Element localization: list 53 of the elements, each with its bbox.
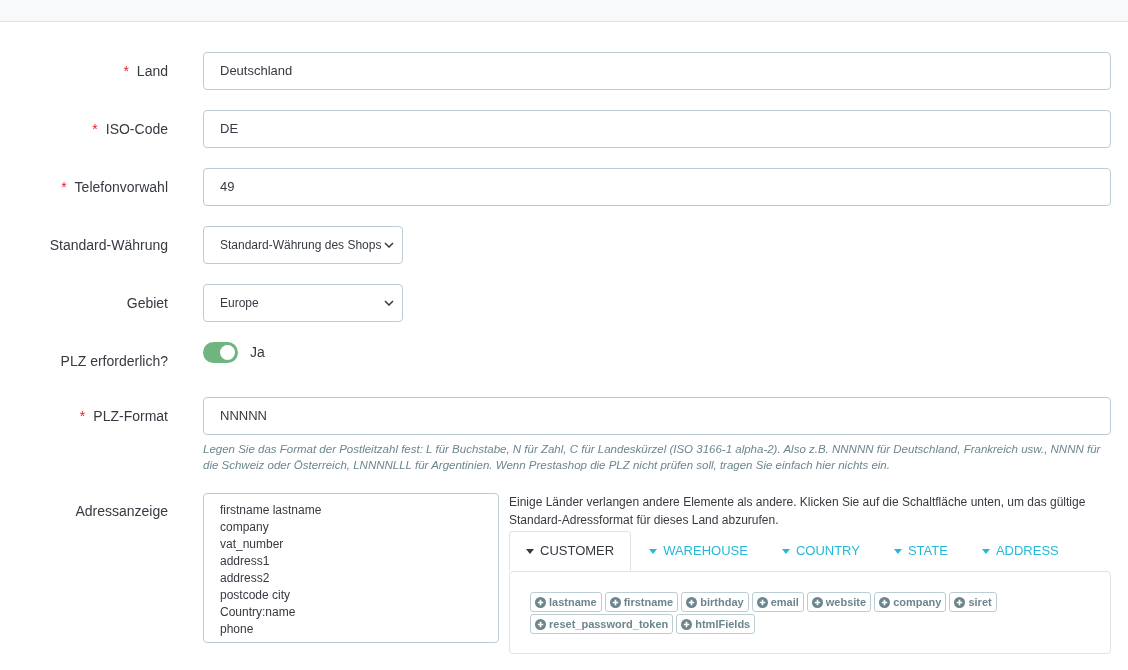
plus-circle-icon bbox=[535, 596, 546, 608]
address-format-field[interactable]: firstname lastname company vat_number address1 address2 postcode city Country:name phone bbox=[203, 493, 499, 643]
field-tag-button[interactable]: birthday bbox=[681, 592, 749, 612]
field-label: PLZ-Format bbox=[93, 406, 168, 426]
field-tag-button[interactable]: company bbox=[874, 592, 947, 612]
field-label: Standard-Währung bbox=[49, 235, 168, 255]
plus-circle-icon bbox=[811, 596, 823, 608]
field-label: Telefonvorwahl bbox=[74, 177, 168, 197]
select-field[interactable]: Europe bbox=[203, 284, 403, 322]
select-field[interactable]: Standard-Währung des Shops bbox=[203, 226, 403, 264]
caret-down-icon bbox=[981, 548, 990, 554]
text-field[interactable]: Deutschland bbox=[203, 52, 1111, 90]
text-field[interactable]: DE bbox=[203, 110, 1111, 148]
required-mark: * bbox=[61, 177, 67, 197]
field-tag-button[interactable]: htmlFields bbox=[676, 614, 756, 634]
field-tag-button[interactable]: website bbox=[806, 592, 872, 612]
plus-circle-icon bbox=[756, 596, 768, 608]
tab[interactable]: ADDRESS bbox=[965, 531, 1075, 571]
toggle-switch[interactable] bbox=[203, 342, 238, 363]
plus-circle-icon bbox=[954, 596, 966, 608]
plus-circle-icon bbox=[879, 596, 891, 608]
plus-circle-icon bbox=[609, 596, 621, 608]
field-label: PLZ erforderlich? bbox=[60, 351, 168, 371]
field-tag-button[interactable]: siret bbox=[949, 592, 997, 612]
field-label: Gebiet bbox=[126, 293, 168, 313]
caret-down-icon bbox=[526, 548, 534, 554]
plus-circle-icon bbox=[686, 596, 698, 608]
tab[interactable]: CUSTOMER bbox=[509, 531, 632, 571]
caret-down-icon bbox=[781, 548, 790, 554]
required-mark: * bbox=[79, 406, 86, 426]
toggle-label: Ja bbox=[250, 343, 265, 362]
required-mark: * bbox=[123, 61, 129, 81]
chevron-down-icon bbox=[384, 242, 394, 248]
hint-text: Einige Länder verlangen andere Elemente als andere. Klicken Sie auf die Schaltfläche unten, um das gültige Standard-Adressformat für dieses Land abzurufen. bbox=[509, 494, 1087, 529]
plus-circle-icon bbox=[535, 618, 546, 630]
tab[interactable]: COUNTRY bbox=[765, 531, 876, 571]
caret-down-icon bbox=[893, 548, 902, 554]
field-label: Land bbox=[136, 61, 168, 81]
help-text: Legen Sie das Format der Postleitzahl fest: L für Buchstabe, N für Zahl, C für Landeskürzel (ISO 3166-1 alpha-2). Also z.B. NNNNN für Deutschland, Frankreich usw., NNNN für die Schweiz oder Österreich, LNNNNLLL für Argentinien. Wenn Prestashop die PLZ nicht prüfen soll, tragen Sie einfach hier nichts ein. bbox=[203, 442, 1102, 473]
field-tag-button[interactable]: email bbox=[751, 592, 804, 612]
text-field[interactable]: NNNNN bbox=[203, 397, 1111, 435]
plus-circle-icon bbox=[681, 618, 693, 630]
field-tag-button[interactable]: firstname bbox=[604, 592, 679, 612]
required-mark: * bbox=[92, 119, 98, 139]
field-label: Adressanzeige bbox=[75, 502, 168, 521]
chevron-down-icon bbox=[384, 300, 394, 306]
tab[interactable]: WAREHOUSE bbox=[633, 531, 764, 571]
field-label: ISO-Code bbox=[105, 119, 168, 139]
field-tag-button[interactable]: lastname bbox=[530, 592, 602, 612]
text-field[interactable]: 49 bbox=[203, 168, 1111, 206]
caret-down-icon bbox=[649, 548, 658, 554]
field-tag-button[interactable]: reset_password_token bbox=[530, 614, 674, 634]
tab[interactable]: STATE bbox=[877, 531, 964, 571]
